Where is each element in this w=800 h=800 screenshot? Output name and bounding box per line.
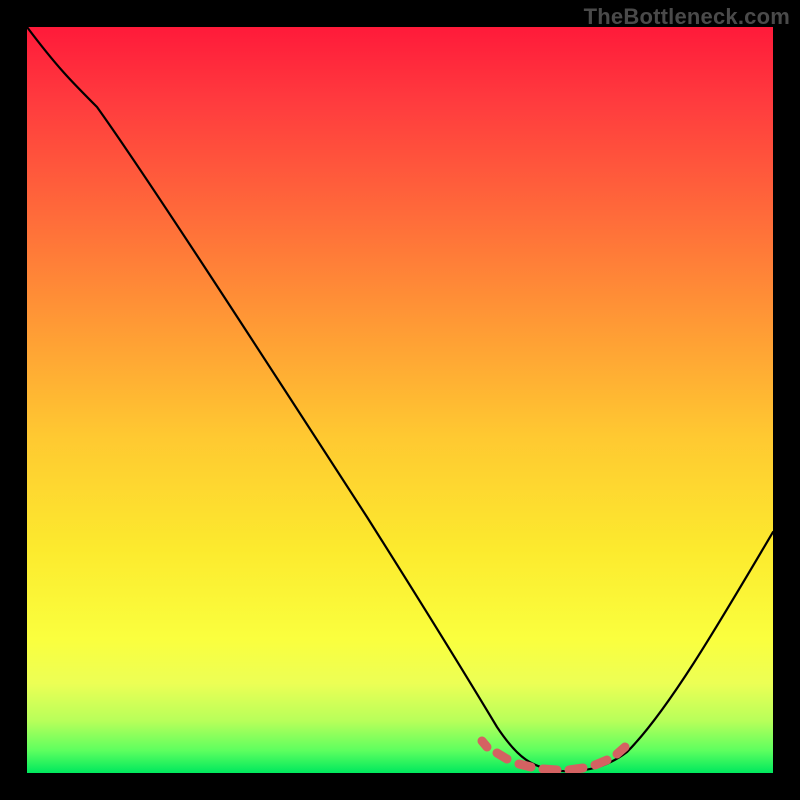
plot-frame (0, 0, 800, 800)
watermark: TheBottleneck.com (584, 4, 790, 30)
